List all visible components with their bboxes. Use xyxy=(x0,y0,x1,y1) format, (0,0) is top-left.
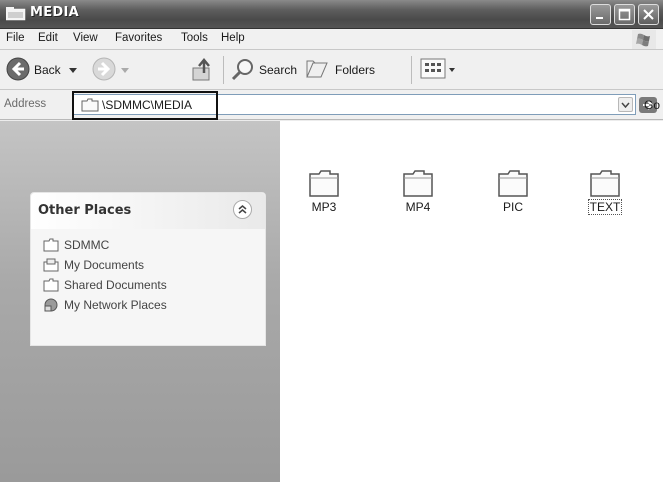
chevron-down-icon[interactable] xyxy=(121,68,129,74)
sidebar-item-shared-documents[interactable]: Shared Documents xyxy=(43,277,263,295)
minimize-button[interactable] xyxy=(590,4,611,25)
sidebar-item-my-documents[interactable]: My Documents xyxy=(43,257,263,275)
folder-icon xyxy=(5,7,26,21)
menu-favorites[interactable]: Favorites xyxy=(115,32,162,44)
folder-label: MP4 xyxy=(405,200,431,214)
other-places-panel: Other Places SDMMC My Documents Shared D… xyxy=(30,192,266,346)
double-chevron-up-icon xyxy=(238,205,247,214)
windows-flag-icon xyxy=(632,30,656,49)
address-label: Address xyxy=(4,98,47,110)
folder-icon xyxy=(309,170,339,197)
title-bar[interactable]: MEDIA xyxy=(0,0,663,29)
sidebar-item-label: My Documents xyxy=(64,258,145,272)
folder-item-text[interactable]: TEXT xyxy=(575,168,635,238)
menu-file[interactable]: File xyxy=(6,32,25,44)
folder-icon xyxy=(498,170,528,197)
folder-item-mp4[interactable]: MP4 xyxy=(388,168,448,238)
go-label[interactable]: Go xyxy=(644,98,660,112)
maximize-icon xyxy=(618,8,631,21)
folders-button[interactable]: Folders xyxy=(305,57,400,83)
views-icon xyxy=(420,58,446,79)
toolbar: Back Search Folders xyxy=(0,50,663,90)
task-pane: Other Places SDMMC My Documents Shared D… xyxy=(0,121,280,482)
toolbar-separator xyxy=(411,56,412,84)
sidebar-item-label: SDMMC xyxy=(64,238,110,252)
folder-icon xyxy=(590,170,620,197)
menu-tools[interactable]: Tools xyxy=(181,32,208,44)
sidebar-item-label: My Network Places xyxy=(64,298,167,312)
explorer-window: MEDIA File Edit View Favorites Tools Hel… xyxy=(0,0,663,482)
collapse-button[interactable] xyxy=(233,200,252,219)
sidebar-item-my-network-places[interactable]: My Network Places xyxy=(43,297,263,315)
forward-arrow-icon xyxy=(92,57,116,81)
network-icon xyxy=(44,298,58,312)
file-list-pane: MP3 MP4 PIC TEXT xyxy=(280,121,663,482)
folder-label: PIC xyxy=(502,200,523,214)
address-bar: Address \SDMMC\MEDIA xyxy=(0,90,663,120)
folders-label: Folders xyxy=(335,63,376,77)
folders-icon xyxy=(306,60,328,78)
minimize-icon xyxy=(596,17,603,19)
folder-icon xyxy=(43,278,59,292)
folder-item-pic[interactable]: PIC xyxy=(483,168,543,238)
chevron-down-icon[interactable] xyxy=(69,68,77,74)
other-places-header[interactable]: Other Places xyxy=(31,193,265,229)
forward-button[interactable] xyxy=(92,57,142,83)
menu-edit[interactable]: Edit xyxy=(38,32,58,44)
back-arrow-icon xyxy=(6,57,30,81)
folder-item-mp3[interactable]: MP3 xyxy=(294,168,354,238)
address-highlight-box xyxy=(72,91,218,120)
address-dropdown-button[interactable] xyxy=(618,97,633,112)
window-title: MEDIA xyxy=(30,5,80,20)
search-label: Search xyxy=(259,63,298,77)
sidebar-item-label: Shared Documents xyxy=(64,278,167,292)
search-icon xyxy=(231,59,253,81)
up-folder-button[interactable] xyxy=(190,57,218,83)
toolbar-separator xyxy=(223,56,224,84)
menu-bar: File Edit View Favorites Tools Help xyxy=(0,29,663,50)
back-label: Back xyxy=(34,63,61,77)
folder-icon xyxy=(403,170,433,197)
back-button[interactable]: Back xyxy=(6,57,84,83)
menu-help[interactable]: Help xyxy=(221,32,245,44)
maximize-button[interactable] xyxy=(614,4,635,25)
menu-view[interactable]: View xyxy=(73,32,98,44)
chevron-down-icon[interactable] xyxy=(449,68,455,73)
folder-icon xyxy=(43,238,59,252)
chevron-down-icon xyxy=(621,102,630,109)
other-places-title: Other Places xyxy=(38,203,132,218)
search-button[interactable]: Search xyxy=(230,57,305,83)
close-icon xyxy=(643,9,654,20)
close-button[interactable] xyxy=(638,4,659,25)
folder-label: MP3 xyxy=(311,200,337,214)
sidebar-item-sdmmc[interactable]: SDMMC xyxy=(43,237,263,255)
folder-label: TEXT xyxy=(588,199,622,215)
my-documents-icon xyxy=(43,258,59,272)
views-button[interactable] xyxy=(420,57,460,83)
up-folder-icon xyxy=(192,58,210,81)
